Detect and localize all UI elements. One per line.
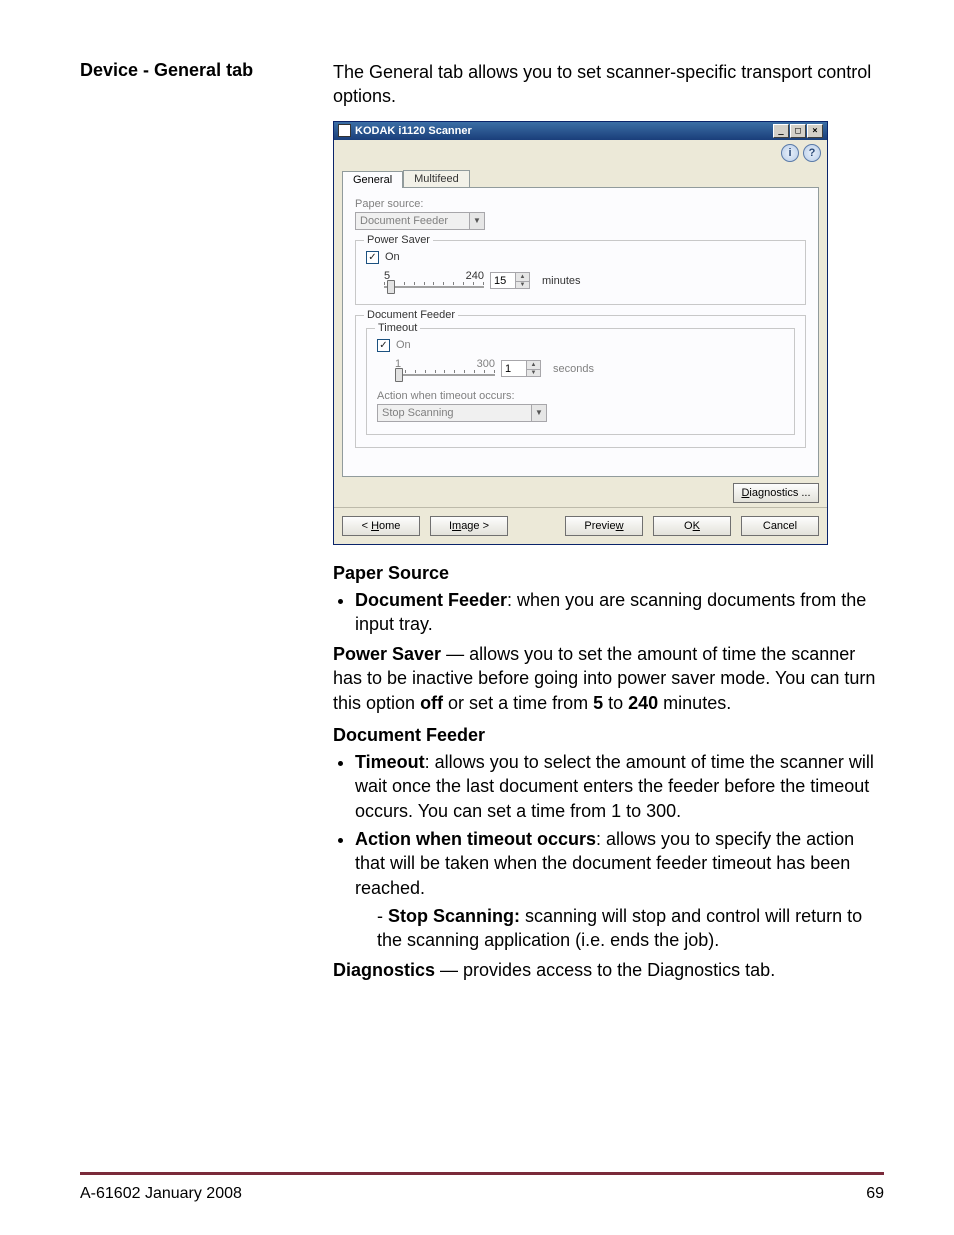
power-saver-on-checkbox[interactable]: ✓ On — [366, 251, 795, 264]
intro-text: The General tab allows you to set scanne… — [333, 60, 883, 109]
power-saver-slider[interactable] — [384, 282, 484, 292]
home-button[interactable]: < Home — [342, 516, 420, 536]
window-maximize-button[interactable]: □ — [790, 124, 806, 138]
paper-source-value: Document Feeder — [356, 215, 469, 227]
window-minimize-button[interactable]: _ — [773, 124, 789, 138]
action-label: Action when timeout occurs: — [377, 390, 784, 402]
tabstrip: GeneralMultifeed — [334, 164, 827, 187]
action-combo[interactable]: Stop Scanning ▼ — [377, 404, 547, 422]
timeout-spin[interactable]: 1 ▲ ▼ — [501, 360, 541, 377]
footer-left: A-61602 January 2008 — [80, 1185, 242, 1203]
checkbox-icon: ✓ — [366, 251, 379, 264]
power-saver-spin[interactable]: 15 ▲ ▼ — [490, 272, 530, 289]
action-bullet: Action when timeout occurs: allows you t… — [355, 827, 883, 952]
power-saver-unit: minutes — [542, 275, 581, 287]
action-value: Stop Scanning — [378, 407, 531, 419]
power-saver-group-title: Power Saver — [364, 234, 433, 246]
chevron-down-icon: ▼ — [531, 405, 546, 421]
power-saver-on-label: On — [385, 251, 400, 263]
cancel-button[interactable]: Cancel — [741, 516, 819, 536]
stop-scanning-subbullet: Stop Scanning: scanning will stop and co… — [377, 904, 883, 953]
spin-down-icon: ▼ — [516, 281, 530, 290]
timeout-bullet: Timeout: allows you to select the amount… — [355, 750, 883, 823]
paper-source-bullet: Document Feeder: when you are scanning d… — [355, 588, 883, 637]
page-number: 69 — [866, 1185, 884, 1203]
scanner-dialog: KODAK i1120 Scanner _ □ × i ? GeneralMul… — [333, 121, 828, 545]
preview-button[interactable]: Preview — [565, 516, 643, 536]
timeout-group: Timeout ✓ On 1 300 — [366, 328, 795, 435]
timeout-slider[interactable] — [395, 370, 495, 380]
power-slider-max: 240 — [466, 270, 484, 282]
power-saver-group: Power Saver ✓ On 5 240 — [355, 240, 806, 305]
spin-up-icon: ▲ — [527, 360, 541, 369]
image-button[interactable]: Image > — [430, 516, 508, 536]
slider-thumb-icon — [395, 368, 403, 382]
window-title: KODAK i1120 Scanner — [355, 125, 472, 137]
chevron-down-icon: ▼ — [469, 213, 484, 229]
power-saver-value: 15 — [490, 272, 516, 289]
button-row: < Home Image > Preview OK Cancel — [334, 507, 827, 544]
tab-multifeed[interactable]: Multifeed — [403, 170, 470, 187]
help-icon[interactable]: ? — [803, 144, 821, 162]
paper-source-label: Paper source: — [355, 198, 806, 210]
timeout-on-label: On — [396, 339, 411, 351]
ok-button[interactable]: OK — [653, 516, 731, 536]
timeout-value: 1 — [501, 360, 527, 377]
document-feeder-group: Document Feeder Timeout ✓ On 1 300 — [355, 315, 806, 448]
document-feeder-group-title: Document Feeder — [364, 309, 458, 321]
timeout-group-title: Timeout — [375, 322, 420, 334]
paper-source-heading: Paper Source — [333, 563, 883, 584]
spin-up-icon: ▲ — [516, 272, 530, 281]
info-icon[interactable]: i — [781, 144, 799, 162]
slider-thumb-icon — [387, 280, 395, 294]
section-heading: Device - General tab — [80, 60, 305, 81]
diagnostics-button[interactable]: Diagnostics ... — [733, 483, 819, 503]
doc-feeder-heading: Document Feeder — [333, 725, 883, 746]
timeout-on-checkbox[interactable]: ✓ On — [377, 339, 784, 352]
paper-source-combo[interactable]: Document Feeder ▼ — [355, 212, 485, 230]
timeout-slider-max: 300 — [477, 358, 495, 370]
diagnostics-para: Diagnostics — provides access to the Dia… — [333, 958, 883, 982]
power-saver-para: Power Saver — allows you to set the amou… — [333, 642, 883, 715]
general-panel: Paper source: Document Feeder ▼ Power Sa… — [342, 187, 819, 477]
footer-rule — [80, 1172, 884, 1175]
timeout-unit: seconds — [553, 363, 594, 375]
window-close-button[interactable]: × — [807, 124, 823, 138]
page-footer: A-61602 January 2008 69 — [80, 1185, 884, 1203]
spin-down-icon: ▼ — [527, 369, 541, 378]
tab-general[interactable]: General — [342, 171, 403, 188]
titlebar: KODAK i1120 Scanner _ □ × — [334, 122, 827, 140]
checkbox-icon: ✓ — [377, 339, 390, 352]
window-app-icon — [338, 124, 351, 137]
